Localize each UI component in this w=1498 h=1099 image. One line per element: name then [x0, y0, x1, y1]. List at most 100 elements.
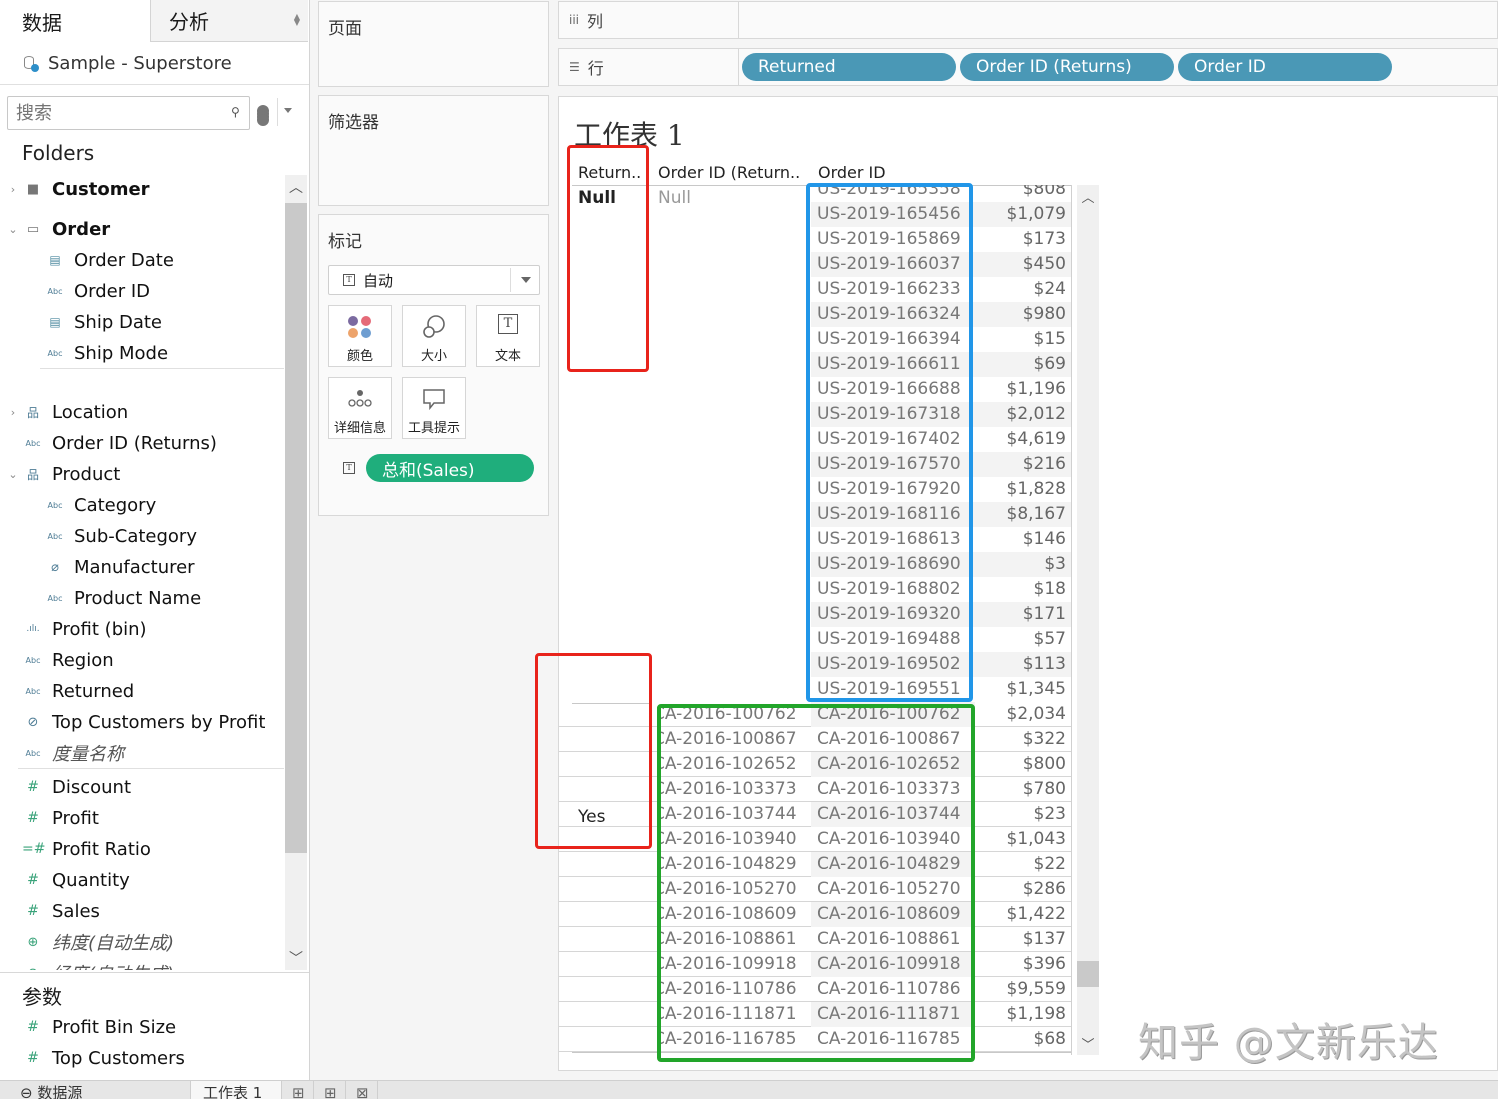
- order-id-cell[interactable]: US-2019-167402: [811, 427, 975, 452]
- order-id-cell[interactable]: US-2019-166394: [811, 327, 975, 352]
- pill-order-id-returns[interactable]: Order ID (Returns): [960, 53, 1174, 81]
- field-ship-date[interactable]: ▤ Ship Date: [44, 308, 162, 336]
- chevron-right-icon[interactable]: ›: [8, 406, 18, 419]
- field-纬度-自动生成[interactable]: ⊕ 纬度(自动生成): [22, 928, 175, 956]
- order-id-returns-cell[interactable]: CA-2016-103373: [657, 777, 811, 802]
- parameter-profit-bin-size[interactable]: # Profit Bin Size: [22, 1013, 176, 1041]
- size-button[interactable]: 大小: [402, 305, 466, 367]
- tab-analysis[interactable]: 分析 ▲ ▼: [150, 0, 308, 42]
- order-id-cell[interactable]: US-2019-166233: [811, 277, 975, 302]
- order-id-returns-cell[interactable]: CA-2016-100762: [657, 702, 811, 727]
- order-id-cell[interactable]: US-2019-168613: [811, 527, 975, 552]
- field-order[interactable]: ⌄ ▭ Order: [8, 215, 110, 243]
- sales-cell[interactable]: $800: [975, 752, 1071, 777]
- field-list-scrollbar[interactable]: ︿ ﹀: [285, 175, 307, 970]
- order-id-returns-cell[interactable]: CA-2016-103940: [657, 827, 811, 852]
- order-id-cell[interactable]: CA-2016-103373: [811, 777, 975, 802]
- order-id-cell[interactable]: CA-2016-108609: [811, 902, 975, 927]
- table-scrollbar[interactable]: ︿ ﹀: [1077, 185, 1099, 1055]
- new-story-button[interactable]: ⊠: [346, 1081, 378, 1099]
- field-region[interactable]: Abc Region: [22, 646, 114, 674]
- tab-data[interactable]: 数据: [0, 0, 150, 42]
- filters-card[interactable]: 筛选器: [318, 95, 549, 206]
- sales-cell[interactable]: $1,196: [975, 377, 1071, 402]
- mark-type-dropdown[interactable]: T 自动: [328, 265, 540, 295]
- sales-cell[interactable]: $396: [975, 952, 1071, 977]
- order-id-cell[interactable]: CA-2016-103940: [811, 827, 975, 852]
- order-id-cell[interactable]: CA-2016-104829: [811, 852, 975, 877]
- order-id-returns-cell[interactable]: CA-2016-109918: [657, 952, 811, 977]
- order-id-cell[interactable]: US-2019-166688: [811, 377, 975, 402]
- field-quantity[interactable]: # Quantity: [22, 866, 130, 894]
- sales-cell[interactable]: $2,012: [975, 402, 1071, 427]
- sales-cell[interactable]: $286: [975, 877, 1071, 902]
- sales-cell[interactable]: $23: [975, 802, 1071, 827]
- sales-cell[interactable]: $171: [975, 602, 1071, 627]
- order-id-cell[interactable]: CA-2016-109918: [811, 952, 975, 977]
- sales-cell[interactable]: $68: [975, 1027, 1071, 1052]
- scroll-down-icon[interactable]: ﹀: [1077, 1034, 1099, 1053]
- order-id-cell[interactable]: US-2019-168116: [811, 502, 975, 527]
- field-ship-mode[interactable]: Abc Ship Mode: [44, 339, 169, 367]
- order-id-cell[interactable]: US-2019-165456: [811, 202, 975, 227]
- sales-cell[interactable]: $980: [975, 302, 1071, 327]
- order-id-returns-cell[interactable]: CA-2016-108861: [657, 927, 811, 952]
- sales-cell[interactable]: $173: [975, 227, 1071, 252]
- scroll-up-icon[interactable]: ︿: [285, 177, 307, 197]
- sales-cell[interactable]: $8,167: [975, 502, 1071, 527]
- chevron-right-icon[interactable]: ›: [8, 183, 18, 196]
- header-returned[interactable]: Return..: [578, 163, 641, 182]
- order-id-cell[interactable]: US-2019-168690: [811, 552, 975, 577]
- order-id-cell[interactable]: CA-2016-116785: [811, 1027, 975, 1052]
- order-id-returns-cell[interactable]: CA-2016-100867: [657, 727, 811, 752]
- field-order-id[interactable]: Abc Order ID: [44, 277, 151, 305]
- datasource-item[interactable]: Sample - Superstore: [0, 42, 309, 85]
- order-id-cell[interactable]: CA-2016-111871: [811, 1002, 975, 1027]
- header-order-id[interactable]: Order ID: [818, 163, 886, 182]
- menu-dropdown-icon[interactable]: [284, 108, 292, 113]
- field-sub-category[interactable]: Abc Sub-Category: [44, 522, 197, 550]
- sales-cell[interactable]: $1,345: [975, 677, 1071, 702]
- order-id-cell[interactable]: US-2019-166037: [811, 252, 975, 277]
- sales-cell[interactable]: $69: [975, 352, 1071, 377]
- new-sheet-button[interactable]: ⊞: [282, 1081, 314, 1099]
- order-id-cell[interactable]: US-2019-165358: [811, 185, 975, 202]
- order-id-returns-cell[interactable]: CA-2016-104829: [657, 852, 811, 877]
- sales-cell[interactable]: $1,828: [975, 477, 1071, 502]
- field-customer[interactable]: › ■ Customer: [11, 175, 150, 203]
- sales-cell[interactable]: $1,422: [975, 902, 1071, 927]
- order-id-cell[interactable]: CA-2016-110786: [811, 977, 975, 1002]
- sales-cell[interactable]: $113: [975, 652, 1071, 677]
- scrollbar-thumb[interactable]: [1077, 961, 1099, 987]
- field-category[interactable]: Abc Category: [44, 491, 157, 519]
- order-id-cell[interactable]: US-2019-169488: [811, 627, 975, 652]
- order-id-cell[interactable]: US-2019-166611: [811, 352, 975, 377]
- order-id-cell[interactable]: US-2019-169502: [811, 652, 975, 677]
- field-profit-bin[interactable]: .ılı. Profit (bin): [22, 615, 146, 643]
- chevron-down-icon[interactable]: ⌄: [8, 223, 18, 236]
- pill-returned[interactable]: Returned: [742, 53, 956, 81]
- order-id-cell[interactable]: CA-2016-108861: [811, 927, 975, 952]
- sales-cell[interactable]: $18: [975, 577, 1071, 602]
- order-id-cell[interactable]: US-2019-168802: [811, 577, 975, 602]
- detail-button[interactable]: 详细信息: [328, 377, 392, 439]
- sales-cell[interactable]: $322: [975, 727, 1071, 752]
- field-度量名称[interactable]: Abc 度量名称: [22, 739, 124, 767]
- sum-sales-pill[interactable]: 总和(Sales): [366, 454, 534, 482]
- field-order-id-returns[interactable]: Abc Order ID (Returns): [22, 429, 217, 457]
- field-profit[interactable]: # Profit: [22, 804, 99, 832]
- sales-cell[interactable]: $780: [975, 777, 1071, 802]
- sales-cell[interactable]: $1,198: [975, 1002, 1071, 1027]
- scrollbar-thumb[interactable]: [285, 203, 307, 853]
- sales-cell[interactable]: $2,034: [975, 702, 1071, 727]
- columns-shelf[interactable]: iii 列: [558, 1, 1498, 39]
- list-view-icon[interactable]: [257, 105, 269, 117]
- parameter-top-customers[interactable]: # Top Customers: [22, 1044, 185, 1072]
- order-id-cell[interactable]: US-2019-165869: [811, 227, 975, 252]
- sales-cell[interactable]: $4,619: [975, 427, 1071, 452]
- field-sales[interactable]: # Sales: [22, 897, 100, 925]
- sales-cell[interactable]: $137: [975, 927, 1071, 952]
- pill-order-id[interactable]: Order ID: [1178, 53, 1392, 81]
- field-经度-自动生成[interactable]: ⊕ 经度(自动生成): [22, 959, 175, 970]
- sales-cell[interactable]: $9,559: [975, 977, 1071, 1002]
